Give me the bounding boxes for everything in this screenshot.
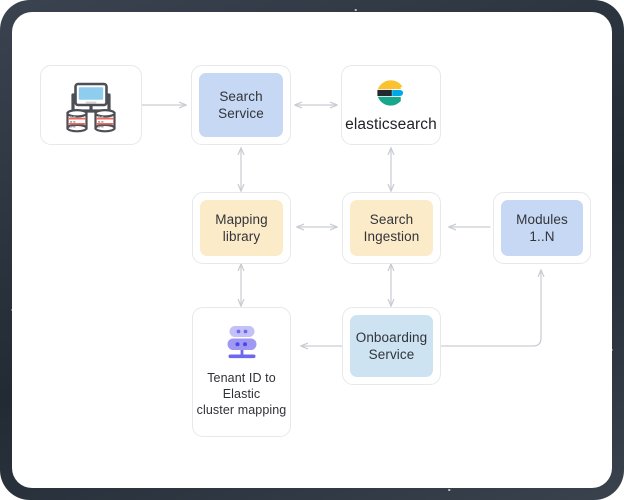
connector-onboarding-to-modules	[439, 270, 541, 347]
node-search-ingestion[interactable]: Search Ingestion	[342, 192, 441, 264]
node-elasticsearch[interactable]: elasticsearch	[341, 65, 441, 145]
node-onboarding-service[interactable]: Onboarding Service	[342, 307, 441, 385]
node-tenant-mapping-label: Tenant ID to Elastic cluster mapping	[196, 371, 287, 417]
node-modules[interactable]: Modules 1..N	[493, 192, 591, 264]
computer-database-icon	[63, 77, 119, 133]
node-tenant-mapping[interactable]: Tenant ID to Elastic cluster mapping	[192, 307, 291, 437]
node-mapping-library[interactable]: Mapping library	[192, 192, 291, 264]
node-search-service[interactable]: Search Service	[191, 65, 291, 145]
node-search-service-label: Search Service	[218, 89, 264, 121]
diagram-canvas: Search Service elasticsearch Mapping lib…	[12, 12, 612, 488]
node-client[interactable]	[40, 65, 142, 145]
node-search-ingestion-label: Search Ingestion	[363, 212, 420, 244]
diagram-outer-frame: Search Service elasticsearch Mapping lib…	[0, 0, 624, 500]
node-modules-label: Modules 1..N	[516, 212, 568, 244]
node-mapping-library-label: Mapping library	[215, 212, 268, 244]
server-rack-icon	[222, 324, 262, 362]
node-onboarding-service-label: Onboarding Service	[355, 330, 428, 362]
node-elasticsearch-label: elasticsearch	[345, 116, 437, 133]
elasticsearch-logo	[374, 76, 408, 110]
